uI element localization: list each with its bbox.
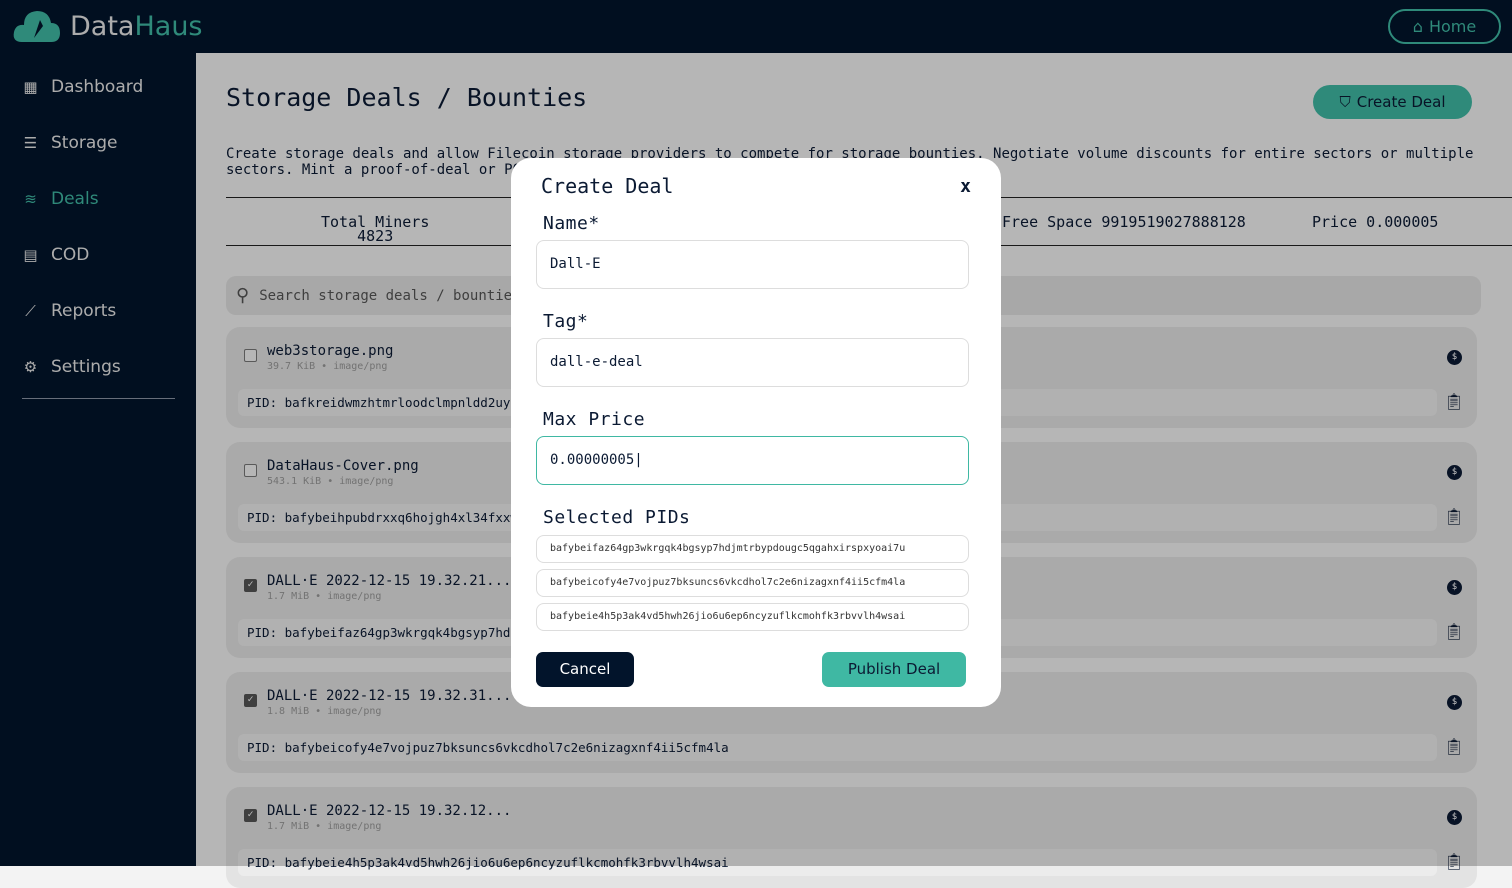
selected-pid[interactable]: bafybeifaz64gp3wkrgqk4bgsyp7hdjmtrbypdou… bbox=[536, 535, 969, 563]
publish-deal-button[interactable]: Publish Deal bbox=[822, 652, 966, 687]
max-price-field[interactable]: 0.00000005| bbox=[536, 436, 969, 485]
cancel-button[interactable]: Cancel bbox=[536, 652, 634, 687]
name-field[interactable]: Dall-E bbox=[536, 240, 969, 289]
selected-pid[interactable]: bafybeicofy4e7vojpuz7bksuncs6vkcdhol7c2e… bbox=[536, 569, 969, 597]
max-price-value: 0.00000005 bbox=[550, 452, 635, 468]
selected-pids-label: Selected PIDs bbox=[543, 507, 691, 528]
selected-pid[interactable]: bafybeie4h5p3ak4vd5hwh26jio6u6ep6ncyzufl… bbox=[536, 603, 969, 631]
max-price-label: Max Price bbox=[543, 409, 646, 430]
name-label: Name* bbox=[543, 213, 600, 234]
modal-title: Create Deal bbox=[541, 174, 674, 198]
tag-field[interactable]: dall-e-deal bbox=[536, 338, 969, 387]
create-deal-modal: Create Deal x Name* Dall-E Tag* dall-e-d… bbox=[511, 158, 1001, 707]
close-icon[interactable]: x bbox=[960, 176, 971, 197]
tag-label: Tag* bbox=[543, 311, 589, 332]
